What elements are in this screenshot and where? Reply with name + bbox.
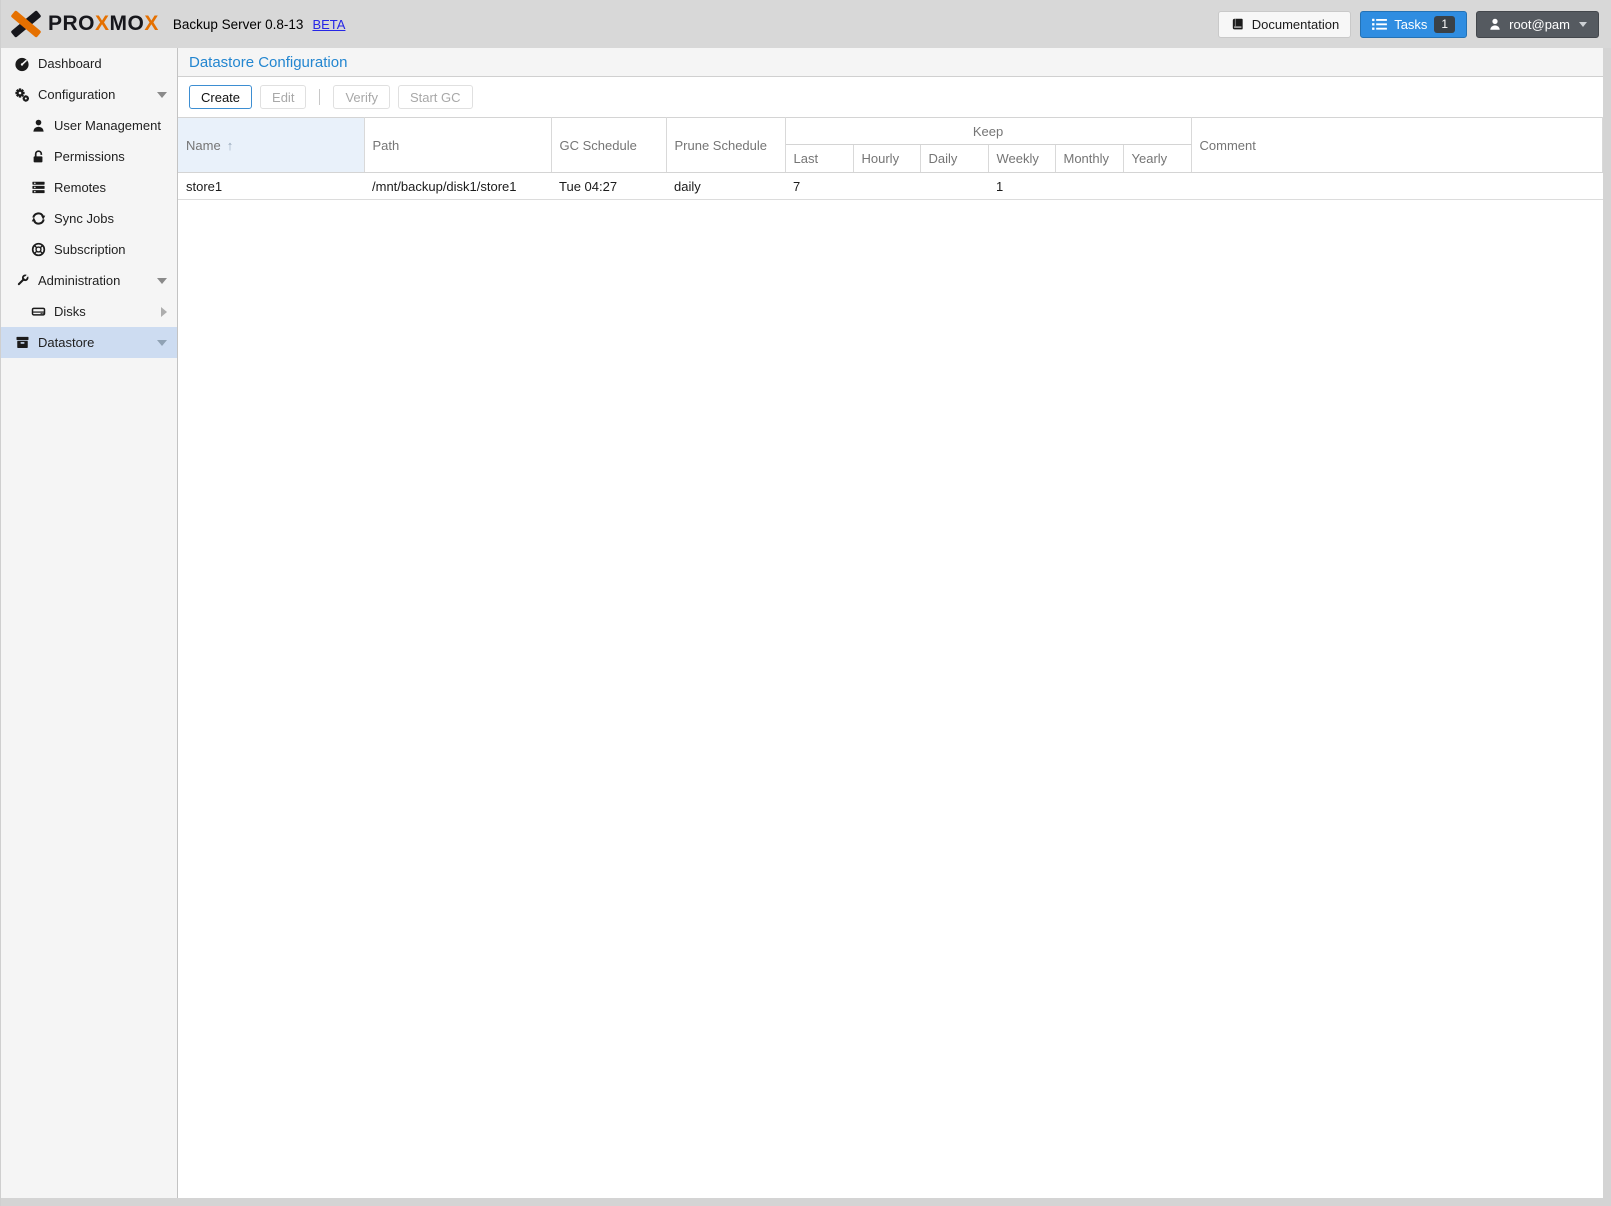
sidebar-item-disks[interactable]: Disks	[1, 296, 177, 327]
cell-gc-schedule[interactable]: Tue 04:27	[551, 173, 666, 200]
user-icon	[1488, 17, 1502, 31]
column-header-keep-yearly[interactable]: Yearly	[1123, 145, 1191, 173]
main-panel: Datastore Configuration Create Edit Veri…	[178, 48, 1611, 1198]
column-header-keep-last[interactable]: Last	[785, 145, 853, 173]
topbar: PROXMOX Backup Server 0.8-13 BETA Docume…	[1, 0, 1611, 48]
life-ring-icon	[29, 242, 47, 258]
column-header-gc-schedule[interactable]: GC Schedule	[551, 118, 666, 173]
cogs-icon	[13, 87, 31, 103]
cell-keep-daily[interactable]	[920, 173, 988, 200]
sync-icon	[29, 211, 47, 227]
column-header-keep-daily[interactable]: Daily	[920, 145, 988, 173]
main-titlebar: Datastore Configuration	[178, 48, 1603, 77]
user-icon	[29, 118, 47, 134]
column-header-comment[interactable]: Comment	[1191, 118, 1602, 173]
proxmox-x-logo-icon	[11, 10, 41, 38]
proxmox-logo: PROXMOX	[11, 10, 159, 38]
cell-keep-weekly[interactable]: 1	[988, 173, 1055, 200]
chevron-down-icon	[1579, 22, 1587, 27]
dashboard-icon	[13, 56, 31, 72]
chevron-right-icon	[161, 307, 167, 317]
list-icon	[1372, 18, 1387, 31]
column-header-prune-schedule[interactable]: Prune Schedule	[666, 118, 785, 173]
cell-keep-yearly[interactable]	[1123, 173, 1191, 200]
column-header-keep-hourly[interactable]: Hourly	[853, 145, 920, 173]
toolbar: Create Edit Verify Start GC	[178, 77, 1603, 117]
cell-path[interactable]: /mnt/backup/disk1/store1	[364, 173, 551, 200]
cell-comment[interactable]	[1191, 173, 1602, 200]
sidebar-item-configuration[interactable]: Configuration	[1, 79, 177, 110]
create-button[interactable]: Create	[189, 85, 252, 109]
server-icon	[29, 180, 47, 196]
sidebar: Dashboard	[1, 48, 178, 1198]
chevron-down-icon	[157, 340, 167, 346]
tasks-count-badge: 1	[1434, 16, 1455, 33]
toolbar-separator	[319, 89, 320, 105]
vertical-scrollbar[interactable]	[1603, 48, 1611, 1198]
sidebar-item-dashboard[interactable]: Dashboard	[1, 48, 177, 79]
table-row[interactable]: store1 /mnt/backup/disk1/store1 Tue 04:2…	[178, 173, 1603, 200]
sidebar-item-permissions[interactable]: Permissions	[1, 141, 177, 172]
edit-button[interactable]: Edit	[260, 85, 306, 109]
hard-drive-icon	[29, 304, 47, 320]
beta-link[interactable]: BETA	[312, 17, 345, 32]
column-header-path[interactable]: Path	[364, 118, 551, 173]
book-icon	[1230, 17, 1245, 32]
sidebar-item-remotes[interactable]: Remotes	[1, 172, 177, 203]
chevron-down-icon	[157, 92, 167, 98]
archive-box-icon	[13, 335, 31, 351]
documentation-label: Documentation	[1252, 17, 1339, 32]
column-group-keep: Keep	[785, 118, 1191, 145]
unlock-icon	[29, 149, 47, 165]
body-layout: Dashboard	[1, 48, 1611, 1198]
app-window: PROXMOX Backup Server 0.8-13 BETA Docume…	[0, 0, 1611, 1206]
sidebar-item-sync-jobs[interactable]: Sync Jobs	[1, 203, 177, 234]
product-name: Backup Server 0.8-13	[173, 17, 304, 32]
documentation-button[interactable]: Documentation	[1218, 11, 1351, 38]
column-header-keep-monthly[interactable]: Monthly	[1055, 145, 1123, 173]
cell-keep-monthly[interactable]	[1055, 173, 1123, 200]
verify-button[interactable]: Verify	[333, 85, 390, 109]
user-label: root@pam	[1509, 17, 1570, 32]
chevron-down-icon	[157, 278, 167, 284]
cell-prune-schedule[interactable]: daily	[666, 173, 785, 200]
tasks-label: Tasks	[1394, 17, 1427, 32]
sidebar-item-user-management[interactable]: User Management	[1, 110, 177, 141]
tasks-button[interactable]: Tasks 1	[1360, 11, 1467, 38]
cell-keep-last[interactable]: 7	[785, 173, 853, 200]
sidebar-item-administration[interactable]: Administration	[1, 265, 177, 296]
horizontal-scrollbar[interactable]	[1, 1198, 1611, 1206]
proxmox-wordmark: PROXMOX	[48, 12, 159, 36]
column-header-keep-weekly[interactable]: Weekly	[988, 145, 1055, 173]
page-title: Datastore Configuration	[189, 54, 347, 71]
start-gc-button[interactable]: Start GC	[398, 85, 473, 109]
sort-ascending-icon: ↑	[227, 138, 234, 153]
column-header-name[interactable]: Name↑	[178, 118, 364, 173]
wrench-icon	[13, 273, 31, 289]
cell-keep-hourly[interactable]	[853, 173, 920, 200]
user-menu-button[interactable]: root@pam	[1476, 11, 1599, 38]
sidebar-item-subscription[interactable]: Subscription	[1, 234, 177, 265]
cell-name[interactable]: store1	[178, 173, 364, 200]
datastore-table: Name↑ Path GC Schedule Prune Schedule Ke…	[178, 117, 1603, 200]
sidebar-item-datastore[interactable]: Datastore	[1, 327, 177, 358]
